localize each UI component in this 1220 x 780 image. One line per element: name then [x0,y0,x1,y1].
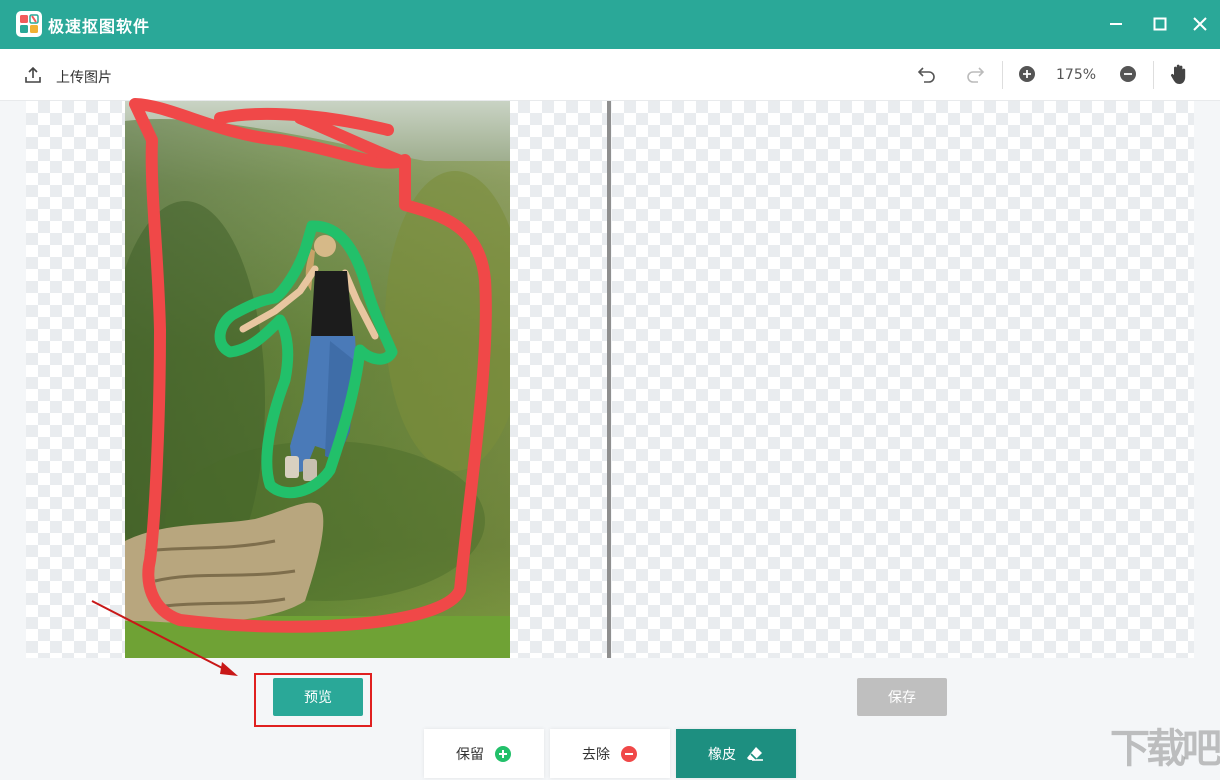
zoom-in-icon[interactable] [1018,65,1036,83]
toolbar-divider [1002,61,1003,89]
redo-icon[interactable] [964,65,986,85]
minimize-icon [1110,23,1122,25]
zoom-level: 175% [1056,67,1097,83]
keep-label: 保留 [456,746,484,763]
zoom-out-icon[interactable] [1119,65,1137,83]
maximize-button[interactable] [1148,12,1172,36]
close-icon [1193,17,1207,31]
plus-circle-icon [495,745,511,762]
toolbar-divider [1153,61,1154,89]
upload-image-button[interactable]: 上传图片 [56,67,112,87]
keep-brush-button[interactable]: 保留 [424,729,544,778]
minimize-button[interactable] [1104,12,1128,36]
remove-label: 去除 [582,746,610,763]
eraser-button[interactable]: 橡皮 [676,729,796,778]
upload-icon[interactable] [24,66,42,84]
undo-icon[interactable] [916,65,938,85]
app-title: 极速抠图软件 [48,17,151,36]
maximize-icon [1153,17,1167,31]
eraser-label: 橡皮 [708,746,736,763]
watermark: 下载吧 [1110,726,1220,772]
remove-brush-button[interactable]: 去除 [550,729,670,778]
title-bar: 极速抠图软件 [0,0,1220,49]
app-logo-icon [16,11,42,37]
result-canvas [612,101,1194,658]
source-image [125,101,510,658]
preview-button[interactable]: 预览 [273,678,363,716]
close-button[interactable] [1188,12,1212,36]
hand-icon[interactable] [1169,63,1189,85]
eraser-icon [747,746,763,761]
save-button[interactable]: 保存 [857,678,947,716]
canvas-splitter[interactable] [607,101,611,658]
minus-circle-icon [621,745,637,762]
toolbar: 上传图片 175% [0,49,1220,101]
